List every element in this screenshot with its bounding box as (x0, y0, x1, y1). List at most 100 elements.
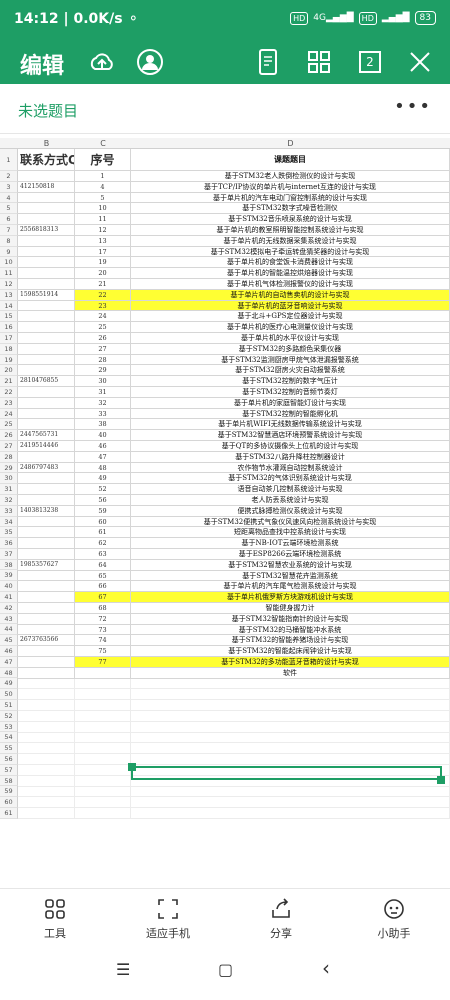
seq-cell[interactable]: 22 (75, 289, 131, 301)
header-qq[interactable]: 联系方式QQ (18, 149, 75, 171)
topic-cell[interactable]: 基于STM32的多路颜色采集仪器 (131, 343, 450, 355)
qq-cell[interactable] (18, 538, 75, 549)
row-number[interactable]: 61 (0, 808, 18, 819)
qq-cell[interactable] (18, 268, 75, 279)
seq-cell[interactable]: 11 (75, 214, 131, 225)
row-number[interactable]: 27 (0, 440, 18, 452)
topic-cell[interactable]: 基于单片机的教室照明智能控制系统设计与实现 (131, 225, 450, 236)
topic-cell[interactable]: 基于NB-IOT云端环境检测系统 (131, 538, 450, 549)
empty-cell[interactable] (131, 711, 450, 722)
empty-cell[interactable] (131, 743, 450, 755)
seq-cell[interactable]: 4 (75, 181, 131, 193)
mobile-view-icon[interactable] (252, 46, 284, 78)
row-number[interactable]: 59 (0, 786, 18, 798)
topic-cell[interactable]: 基于STM32监测厨房甲烷气体泄漏报警系统 (131, 354, 450, 366)
empty-cell[interactable] (18, 754, 75, 765)
qq-cell[interactable] (18, 473, 75, 485)
seq-cell[interactable]: 10 (75, 203, 131, 215)
topic-cell[interactable]: 基于单片机的无线数据采集系统设计与实现 (131, 235, 450, 247)
qq-cell[interactable] (18, 592, 75, 603)
cloud-upload-icon[interactable] (86, 46, 118, 78)
topic-cell[interactable]: 基于STM32数字式噪音检测仪 (131, 203, 450, 215)
empty-cell[interactable] (75, 711, 131, 722)
topic-cell[interactable]: 基于STM32便携式气象仪风速风向检测系统设计与实现 (131, 516, 450, 528)
fit-phone-button[interactable]: 适应手机 (128, 897, 208, 941)
row-number[interactable]: 6 (0, 214, 18, 225)
topic-cell[interactable]: 基于单片机的医疗心电测量仪设计与实现 (131, 322, 450, 333)
seq-cell[interactable]: 12 (75, 225, 131, 236)
header-seq[interactable]: 序号 (75, 149, 131, 171)
seq-cell[interactable]: 33 (75, 408, 131, 420)
qq-cell[interactable] (18, 257, 75, 269)
seq-cell[interactable]: 24 (75, 311, 131, 323)
empty-cell[interactable] (75, 808, 131, 819)
topic-cell[interactable]: 基于STM32八路升降柱控制器设计 (131, 451, 450, 463)
empty-cell[interactable] (18, 775, 75, 787)
qq-cell[interactable] (18, 603, 75, 614)
topic-cell[interactable]: 基于TCP/IP协议的单片机与internet互连的设计与实现 (131, 181, 450, 193)
row-number[interactable]: 12 (0, 278, 18, 290)
seq-cell[interactable]: 64 (75, 559, 131, 571)
qq-cell[interactable] (18, 343, 75, 355)
seq-cell[interactable]: 19 (75, 257, 131, 269)
empty-cell[interactable] (75, 797, 131, 809)
qq-cell[interactable] (18, 279, 75, 290)
seq-cell[interactable]: 75 (75, 646, 131, 657)
empty-cell[interactable] (131, 754, 450, 765)
seq-cell[interactable] (75, 667, 131, 679)
home-icon[interactable]: ▢ (218, 960, 233, 979)
qq-cell[interactable] (18, 408, 75, 420)
empty-cell[interactable] (18, 732, 75, 744)
empty-cell[interactable] (131, 808, 450, 819)
topic-cell[interactable]: 农作物节水灌溉自动控制系统设计 (131, 462, 450, 474)
qq-cell[interactable]: 1403813238 (18, 505, 75, 517)
row-number[interactable]: 32 (0, 494, 18, 506)
qq-cell[interactable] (18, 203, 75, 215)
seq-cell[interactable]: 40 (75, 430, 131, 441)
empty-cell[interactable] (131, 721, 450, 733)
qq-cell[interactable] (18, 365, 75, 377)
more-icon[interactable]: ••• (394, 96, 432, 117)
row-number[interactable]: 20 (0, 365, 18, 377)
column-header-d[interactable]: D (131, 138, 450, 149)
row-number[interactable]: 57 (0, 764, 18, 776)
row-number[interactable]: 28 (0, 451, 18, 463)
seq-cell[interactable]: 62 (75, 538, 131, 549)
qq-cell[interactable] (18, 484, 75, 495)
seq-cell[interactable]: 28 (75, 354, 131, 366)
column-header-b[interactable]: B (18, 138, 75, 149)
topic-cell[interactable]: 基于单片机的自动售卖机的设计与实现 (131, 289, 450, 301)
row-number[interactable]: 45 (0, 635, 18, 647)
empty-cell[interactable] (131, 732, 450, 744)
row-number[interactable]: 46 (0, 646, 18, 657)
empty-cell[interactable] (18, 678, 75, 690)
row-number[interactable]: 21 (0, 376, 18, 387)
topic-cell[interactable]: 基于单片机的食堂饭卡消费器设计与实现 (131, 257, 450, 269)
qq-cell[interactable] (18, 451, 75, 463)
topic-cell[interactable]: 基于单片机俄罗斯方块游戏机设计与实现 (131, 592, 450, 603)
qq-cell[interactable] (18, 624, 75, 636)
row-number[interactable]: 60 (0, 797, 18, 809)
row-number[interactable]: 1 (0, 149, 18, 171)
topic-cell[interactable]: 基于STM32的气体识别系统设计与实现 (131, 473, 450, 485)
row-number[interactable]: 17 (0, 332, 18, 344)
qq-cell[interactable]: 1598551914 (18, 289, 75, 301)
topic-cell[interactable]: 基于单片机的智能温控烘焙器设计与实现 (131, 268, 450, 279)
topic-cell[interactable]: 基于北斗+GPS定位器设计与实现 (131, 311, 450, 323)
row-number[interactable]: 14 (0, 300, 18, 312)
qq-cell[interactable]: 2447565731 (18, 430, 75, 441)
qq-cell[interactable] (18, 419, 75, 431)
empty-cell[interactable] (131, 786, 450, 798)
empty-cell[interactable] (18, 765, 75, 776)
empty-cell[interactable] (75, 775, 131, 787)
row-number[interactable]: 40 (0, 581, 18, 593)
menu-icon[interactable]: ☰ (116, 960, 130, 979)
share-button[interactable]: 分享 (241, 897, 321, 941)
qq-cell[interactable] (18, 333, 75, 344)
seq-cell[interactable]: 32 (75, 397, 131, 409)
qq-cell[interactable] (18, 171, 75, 182)
seq-cell[interactable]: 17 (75, 246, 131, 258)
topic-cell[interactable]: 基于STM32智慧农业系统的设计与实现 (131, 559, 450, 571)
row-number[interactable]: 43 (0, 613, 18, 625)
grid-view-icon[interactable] (303, 46, 335, 78)
